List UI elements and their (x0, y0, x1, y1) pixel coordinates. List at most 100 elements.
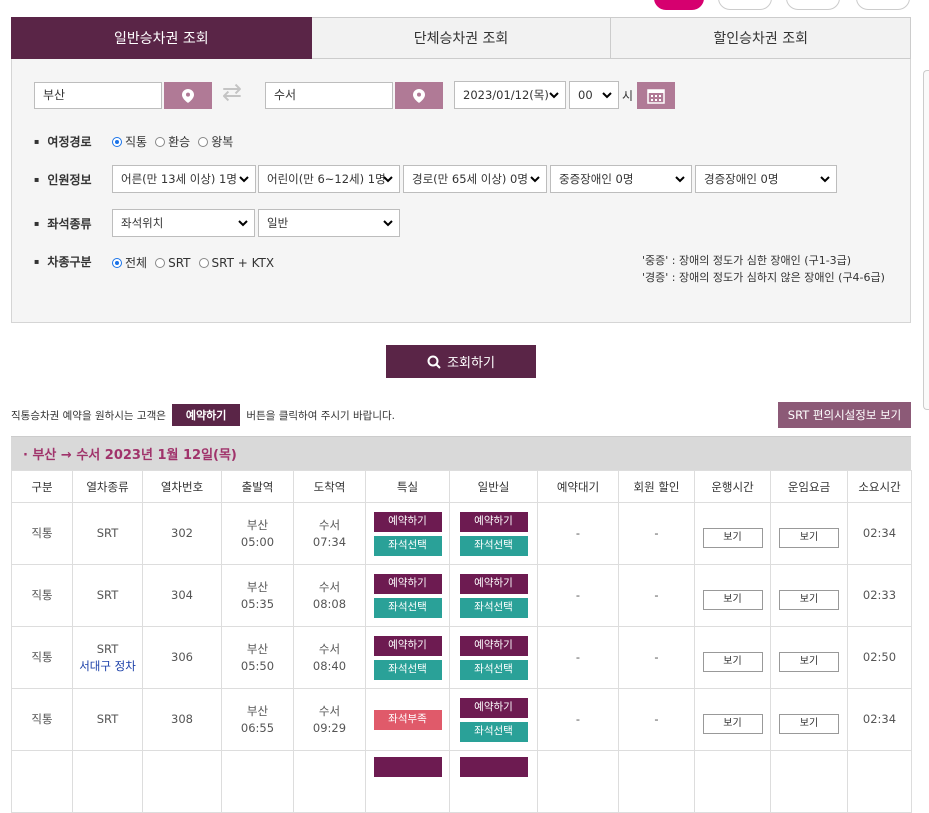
top-menu-button-3[interactable] (786, 0, 840, 10)
cell-kind: 직통 (11, 502, 73, 565)
radio-all[interactable]: 전체 (112, 254, 147, 271)
tab-general[interactable]: 일반승차권 조회 (11, 17, 312, 59)
special-seat-button[interactable]: 좌석선택 (373, 535, 442, 556)
radio-srt[interactable]: SRT (155, 255, 191, 270)
arrival-time: 09:29 (312, 720, 347, 735)
fare-view-button[interactable]: 보기 (779, 713, 839, 734)
seat-position-select[interactable]: 좌석위치 (112, 209, 255, 237)
map-pin-icon (182, 88, 194, 103)
cell-departure: 부산 05:00 (221, 502, 294, 565)
special-reserve-button[interactable]: 예약하기 (373, 511, 442, 532)
cell-empty (694, 750, 771, 813)
departure-input[interactable]: 부산 (34, 82, 162, 109)
departure-map-button[interactable] (164, 82, 212, 109)
cell-general: 예약하기좌석선택 (449, 626, 538, 689)
seat-class-select[interactable]: 일반 (258, 209, 400, 237)
general-seat-button[interactable]: 좌석선택 (459, 659, 528, 680)
cell-train-no: 306 (142, 626, 222, 689)
cell-duration: 02:33 (847, 564, 912, 627)
calendar-icon (647, 88, 665, 104)
arrival-input[interactable]: 수서 (265, 82, 393, 109)
ticket-tabs: 일반승차권 조회 단체승차권 조회 할인승차권 조회 (11, 17, 912, 59)
cell-departure: 부산 06:55 (221, 688, 294, 751)
calendar-button[interactable] (637, 82, 675, 109)
child-select[interactable]: 어린이(만 6~12세) 1명 (258, 165, 400, 193)
swap-stations-icon[interactable]: ⇄ (222, 78, 242, 106)
cell-empty (449, 750, 538, 813)
cell-empty (221, 750, 294, 813)
reserve-button[interactable] (373, 757, 442, 777)
radio-label: SRT (168, 255, 191, 270)
chevron-down-icon (820, 176, 830, 183)
cell-general: 예약하기좌석선택 (449, 564, 538, 627)
general-reserve-button[interactable]: 예약하기 (459, 635, 528, 656)
general-reserve-button[interactable]: 예약하기 (459, 697, 528, 718)
radio-direct[interactable]: 직통 (112, 133, 147, 150)
cell-member-discount: - (618, 688, 695, 751)
col-fare: 운임요금 (770, 470, 848, 503)
severe-disabled-select[interactable]: 중증장애인 0명 (550, 165, 692, 193)
radio-dot (112, 136, 122, 147)
cell-empty (847, 750, 912, 813)
fare-view-button[interactable]: 보기 (779, 589, 839, 610)
col-general: 일반실 (449, 470, 538, 503)
hour-select[interactable]: 00 (569, 81, 619, 109)
date-select[interactable]: 2023/01/12(목) (454, 81, 566, 109)
radio-srt-ktx[interactable]: SRT + KTX (198, 256, 274, 270)
cell-empty (11, 750, 73, 813)
special-seat-button[interactable]: 좌석선택 (373, 597, 442, 618)
general-reserve-button[interactable]: 예약하기 (459, 573, 528, 594)
radio-roundtrip[interactable]: 왕복 (198, 133, 233, 150)
schedule-view-button[interactable]: 보기 (702, 527, 763, 548)
adult-select[interactable]: 어른(만 13세 이상) 1명 (112, 165, 256, 193)
arrival-map-button[interactable] (395, 82, 443, 109)
cell-schedule: 보기 (694, 502, 771, 565)
special-reserve-button[interactable]: 예약하기 (373, 635, 442, 656)
reserve-button[interactable] (459, 757, 528, 777)
search-button[interactable]: 조회하기 (386, 345, 536, 378)
side-scroll-edge[interactable] (923, 70, 929, 410)
departure-time: 05:50 (240, 658, 275, 673)
sold-out-button[interactable]: 좌석부족 (373, 709, 442, 730)
map-pin-icon (413, 88, 425, 103)
mild-disabled-select[interactable]: 경증장애인 0명 (695, 165, 837, 193)
senior-select[interactable]: 경로(만 65세 이상) 0명 (403, 165, 547, 193)
cell-special: 예약하기좌석선택 (365, 564, 450, 627)
cell-waitlist: - (537, 502, 619, 565)
general-seat-button[interactable]: 좌석선택 (459, 535, 528, 556)
fare-view-button[interactable]: 보기 (779, 651, 839, 672)
schedule-view-button[interactable]: 보기 (702, 651, 763, 672)
cell-fare: 보기 (770, 564, 848, 627)
departure-time: 06:55 (240, 720, 275, 735)
facility-info-button[interactable]: SRT 편의시설정보 보기 (778, 402, 911, 428)
general-seat-button[interactable]: 좌석선택 (459, 721, 528, 742)
cell-train-no: 302 (142, 502, 222, 565)
cell-arrival: 수서 09:29 (293, 688, 366, 751)
tab-discount[interactable]: 할인승차권 조회 (611, 17, 912, 59)
cell-empty (72, 750, 143, 813)
departure-station: 부산 (246, 641, 269, 656)
top-menu-button-1[interactable] (654, 0, 704, 10)
top-menu-button-4[interactable] (856, 0, 910, 10)
table-row: 직통 SRT 304 부산 05:35 수서 08:08 예약하기 좌석선택 예약하기… (11, 564, 912, 627)
special-reserve-button[interactable]: 예약하기 (373, 573, 442, 594)
radio-transfer[interactable]: 환승 (155, 133, 190, 150)
general-reserve-button[interactable]: 예약하기 (459, 511, 528, 532)
cell-duration: 02:34 (847, 502, 912, 565)
mild-value: 경증장애인 0명 (704, 172, 779, 186)
cell-general: 예약하기좌석선택 (449, 502, 538, 565)
cell-fare: 보기 (770, 688, 848, 751)
general-seat-button[interactable]: 좌석선택 (459, 597, 528, 618)
cell-waitlist: - (537, 626, 619, 689)
special-seat-button[interactable]: 좌석선택 (373, 659, 442, 680)
senior-value: 경로(만 65세 이상) 0명 (412, 172, 528, 186)
arrival-time: 07:34 (312, 534, 347, 549)
cell-special: 예약하기좌석선택 (365, 626, 450, 689)
notice-reserve-button[interactable]: 예약하기 (171, 404, 241, 426)
tab-group[interactable]: 단체승차권 조회 (311, 17, 612, 59)
schedule-view-button[interactable]: 보기 (702, 713, 763, 734)
fare-view-button[interactable]: 보기 (779, 527, 839, 548)
departure-time: 05:00 (240, 534, 275, 549)
top-menu-button-2[interactable] (718, 0, 772, 10)
schedule-view-button[interactable]: 보기 (702, 589, 763, 610)
